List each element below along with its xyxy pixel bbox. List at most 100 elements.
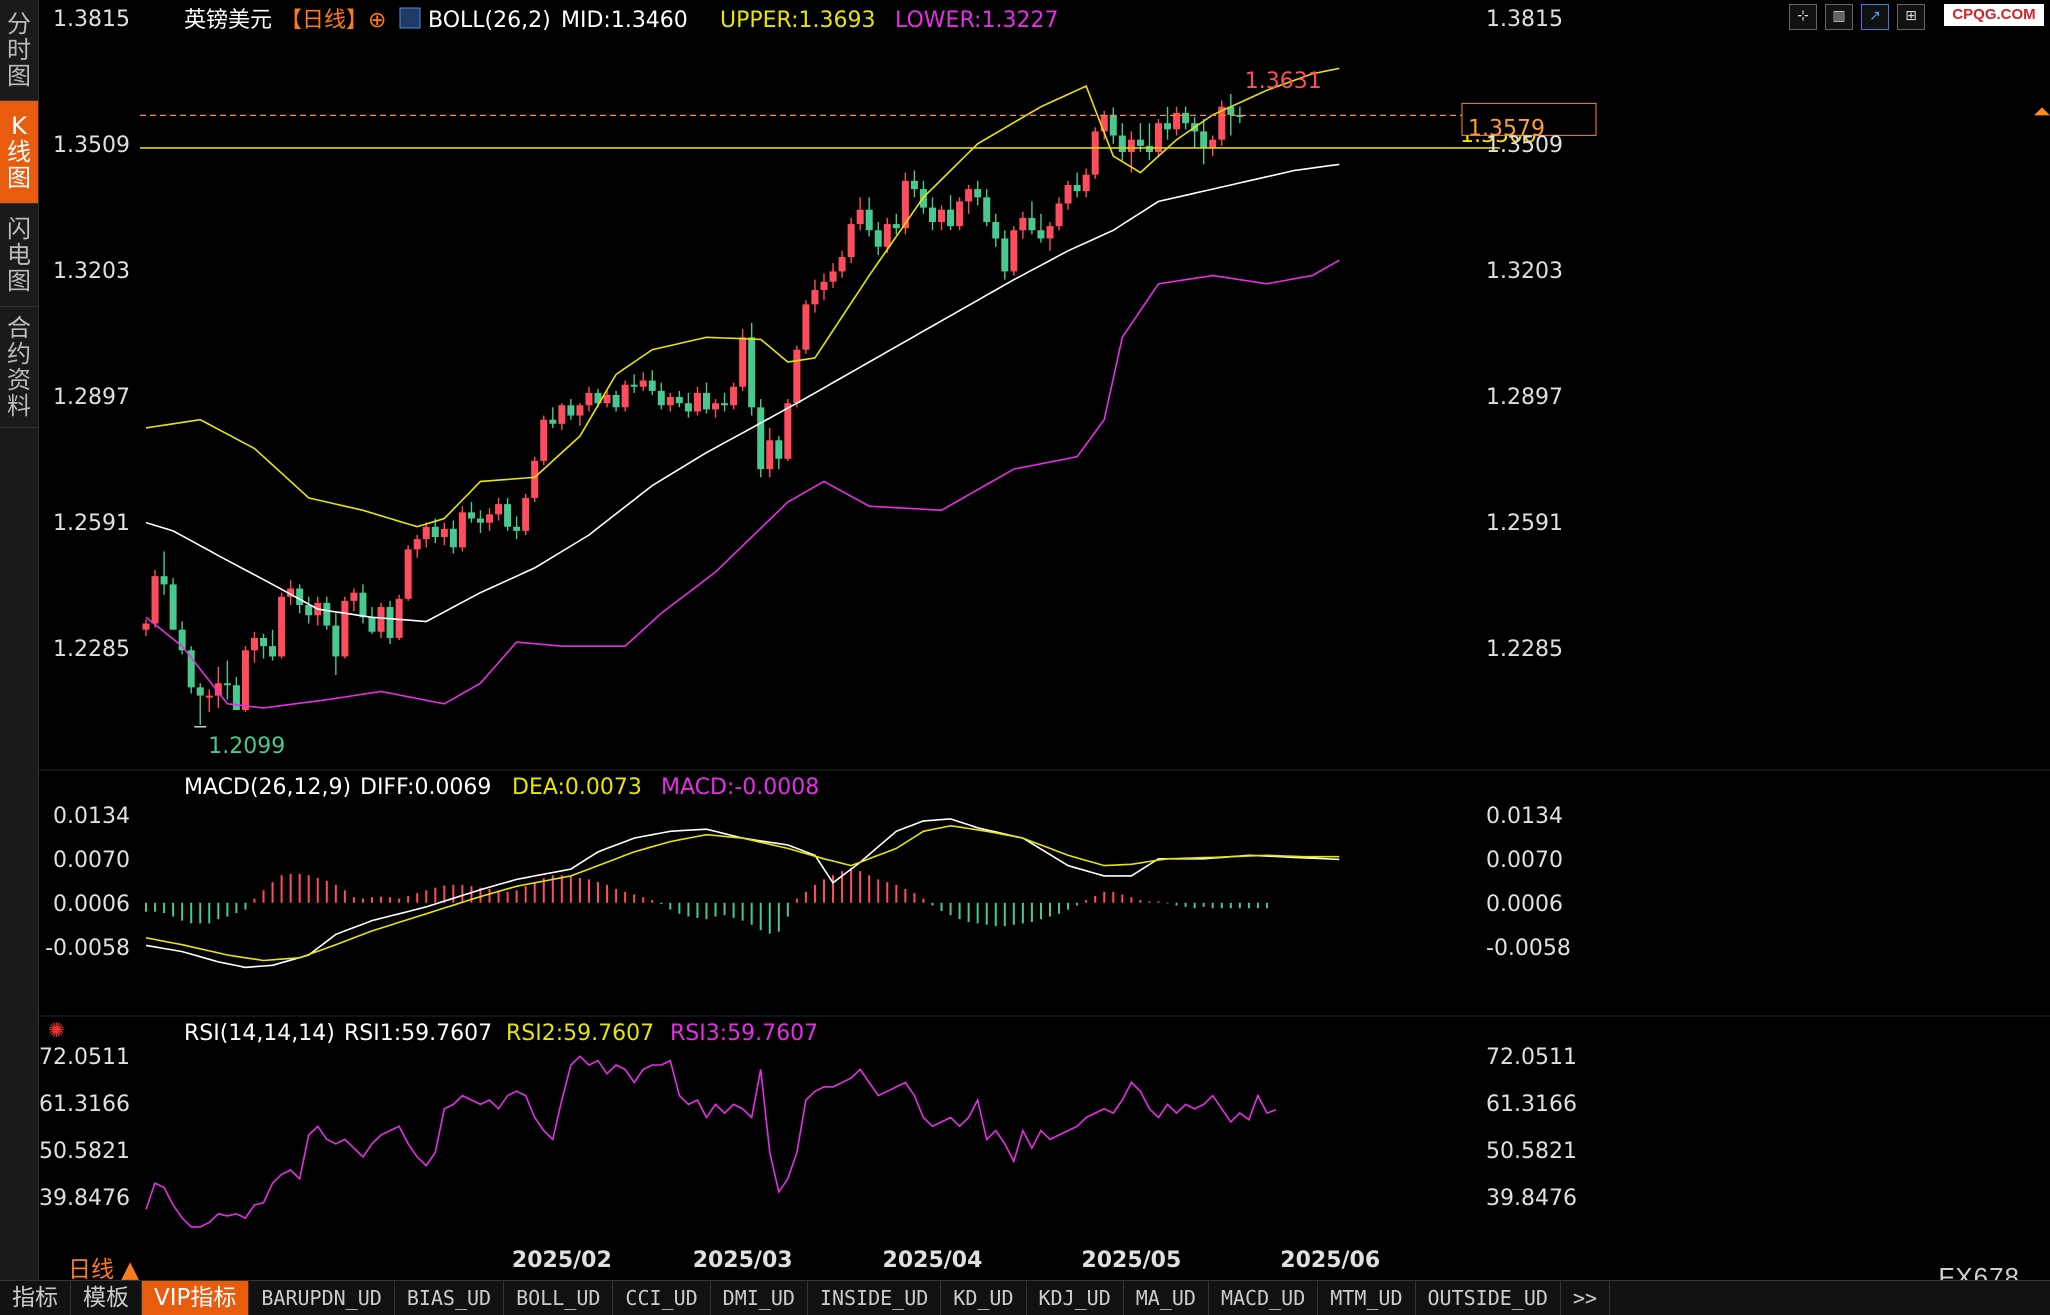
price-arrow-icon — [2034, 107, 2050, 116]
sidebar-tab-char: 料 — [7, 392, 31, 420]
indicator-tab-13[interactable]: MTM_UD — [1318, 1281, 1416, 1315]
candle-body — [1010, 230, 1018, 272]
indicator-tab-6[interactable]: CCI_UD — [613, 1281, 711, 1315]
sidebar-tab-char: 分 — [7, 10, 31, 38]
candle-body — [205, 695, 213, 698]
line-chart-icon[interactable]: ↗ — [1861, 4, 1889, 30]
macd-tick-right: 0.0006 — [1486, 892, 1563, 917]
indicator-tab-1[interactable]: 模板 — [71, 1281, 142, 1315]
sidebar-tab-char: 资 — [7, 366, 31, 394]
add-icon[interactable]: ⊕ — [368, 8, 386, 33]
chart-area[interactable]: 1.35001.35791.36311.2099 1.38151.38151.3… — [38, 0, 2050, 1280]
candle-body — [1028, 217, 1036, 231]
candle-body — [305, 604, 313, 616]
candle-body — [260, 637, 268, 647]
rsi-tick-right: 50.5821 — [1486, 1139, 1577, 1164]
sidebar-tab-char: 线 — [7, 138, 31, 166]
sidebar-tab-char: 图 — [7, 267, 31, 295]
candle-body — [540, 419, 548, 461]
candle-body — [802, 304, 810, 350]
candle-body — [775, 440, 783, 459]
candle-body — [395, 598, 403, 638]
candle-body — [359, 592, 367, 618]
crosshair-icon[interactable]: ⊹ — [1789, 4, 1817, 30]
macd-diff-label: DIFF:0.0069 — [360, 775, 491, 800]
candle-body — [947, 209, 955, 227]
price-tick-left: 1.3203 — [53, 259, 130, 284]
candle-body — [449, 528, 457, 548]
candle-body — [223, 683, 231, 686]
price-tick-right: 1.2285 — [1486, 637, 1563, 662]
sidebar-tab-2[interactable]: 闪电图 — [0, 204, 38, 307]
indicator-tab-10[interactable]: KDJ_UD — [1027, 1281, 1124, 1315]
candle-body — [531, 460, 539, 498]
candle-body — [1091, 131, 1099, 175]
indicator-tab-12[interactable]: MACD_UD — [1209, 1281, 1319, 1315]
candle-body — [1200, 131, 1208, 148]
rsi-title: RSI(14,14,14) — [184, 1021, 335, 1046]
macd-tick-left: 0.0006 — [53, 892, 130, 917]
candle-body — [431, 526, 439, 538]
candle-body — [585, 392, 593, 406]
rsi-tick-left: 50.5821 — [39, 1139, 130, 1164]
candle-body — [784, 403, 792, 459]
macd-tick-right: 0.0134 — [1486, 804, 1563, 829]
period-selector[interactable]: 日线 ▲ — [68, 1250, 139, 1284]
sidebar-tab-char: 电 — [7, 241, 31, 269]
sidebar-tab-0[interactable]: 分时图 — [0, 0, 38, 101]
indicator-tab-14[interactable]: OUTSIDE_UD — [1416, 1281, 1561, 1315]
candle-body — [513, 526, 521, 531]
candle-body — [1118, 135, 1126, 153]
macd-tick-left: 0.0070 — [53, 848, 130, 873]
rsi3-label: RSI3:59.7607 — [670, 1021, 818, 1046]
candle-body — [142, 623, 150, 630]
indicator-tab-8[interactable]: INSIDE_UD — [808, 1281, 942, 1315]
indicator-tab-5[interactable]: BOLL_UD — [504, 1281, 614, 1315]
candle-body — [612, 394, 620, 408]
sidebar-tab-3[interactable]: 合约资料 — [0, 307, 38, 428]
candle-body — [865, 209, 873, 231]
indicator-tab-7[interactable]: DMI_UD — [711, 1281, 808, 1315]
candle-icon[interactable]: ▥ — [1825, 4, 1853, 30]
expand-icon[interactable]: ⊞ — [1897, 4, 1925, 30]
candle-body — [567, 405, 575, 416]
candle-body — [1136, 139, 1144, 146]
indicator-tab-11[interactable]: MA_UD — [1124, 1281, 1209, 1315]
sidebar-tab-char: 图 — [7, 62, 31, 90]
chart-canvas[interactable]: 1.35001.35791.36311.2099 1.38151.38151.3… — [38, 0, 2050, 1280]
candle-body — [1127, 139, 1135, 153]
boll-lower-line — [145, 259, 1340, 709]
macd-tick-left: -0.0058 — [45, 936, 130, 961]
settings-icon[interactable]: ✺ — [48, 1018, 65, 1042]
candle-body — [549, 419, 557, 424]
sidebar-tab-1[interactable]: K线图 — [0, 101, 38, 204]
indicator-tab-3[interactable]: BARUPDN_UD — [249, 1281, 395, 1315]
indicator-tab-4[interactable]: BIAS_UD — [395, 1281, 505, 1315]
price-tick-right: 1.3509 — [1486, 133, 1563, 158]
low-label: 1.2099 — [208, 734, 285, 759]
macd-pane — [145, 818, 1340, 969]
candle-body — [1164, 123, 1172, 130]
sidebar-tab-char: K — [11, 112, 27, 140]
axes: 1.3815 1.3815 1.3509 1.3509 1.3203 1.3203 1.28… — [39, 7, 1577, 1273]
candle-body — [965, 189, 973, 202]
boll-indicator-icon[interactable] — [399, 7, 421, 29]
sidebar-tab-char: 图 — [7, 164, 31, 192]
candle-body — [766, 440, 774, 470]
indicator-tab-0[interactable]: 指标 — [0, 1281, 71, 1315]
candle-body — [874, 230, 882, 247]
candle-body — [169, 584, 177, 630]
date-tick: 2025/02 — [512, 1248, 612, 1273]
indicator-tab-2[interactable]: VIP指标 — [142, 1281, 250, 1315]
sidebar-tab-char: 时 — [7, 36, 31, 64]
indicator-tab-9[interactable]: KD_UD — [941, 1281, 1027, 1315]
candle-body — [422, 526, 430, 540]
macd-tick-right: 0.0070 — [1486, 848, 1563, 873]
symbol-name: 英镑美元 — [184, 8, 272, 33]
candle-body — [504, 504, 512, 527]
indicator-tab-15[interactable]: >> — [1561, 1281, 1611, 1315]
candle-body — [938, 209, 946, 223]
candle-body — [666, 397, 674, 406]
candle-body — [974, 189, 982, 198]
rsi-tick-right: 61.3166 — [1486, 1092, 1577, 1117]
